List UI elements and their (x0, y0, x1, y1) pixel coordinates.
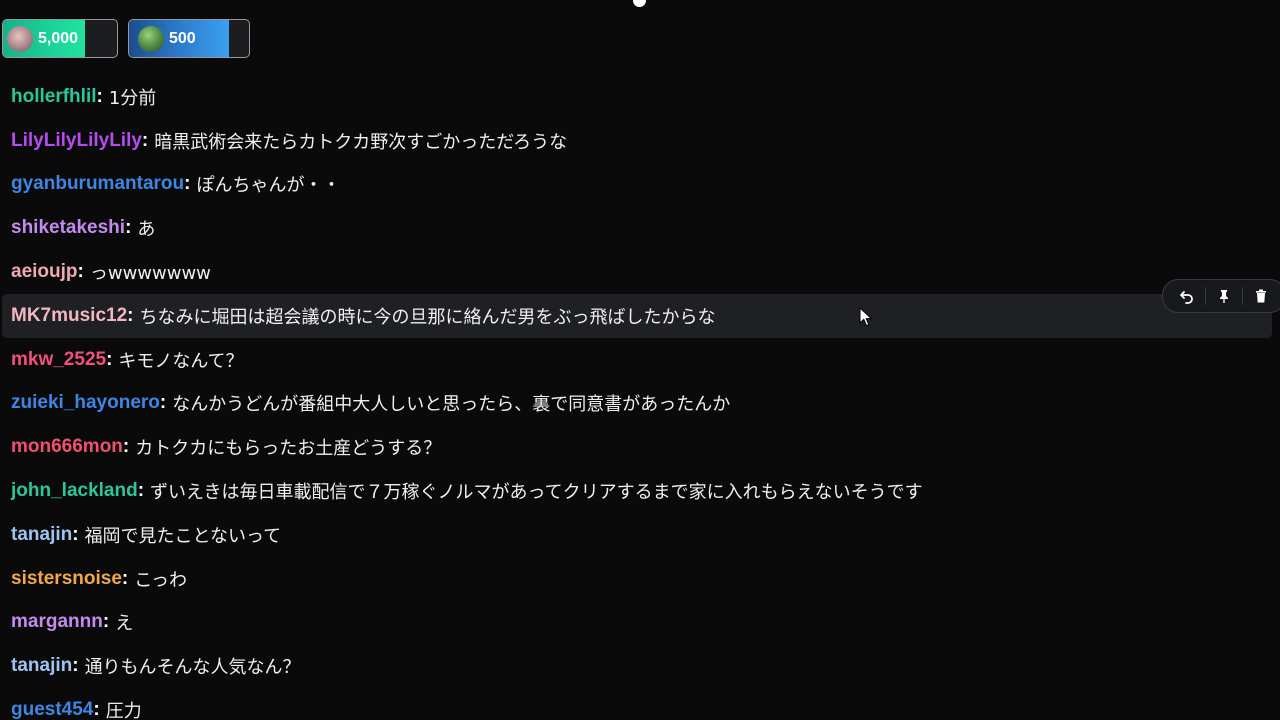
chat-message[interactable]: mkw_2525: キモノなんて？ (0, 338, 1280, 382)
chat-username[interactable]: john_lackland (11, 480, 138, 502)
chat-message-text: 1分前 (108, 87, 157, 109)
chat-username[interactable]: shiketakeshi (11, 217, 125, 239)
chat-message-text: ぽんちゃんが・・ (196, 175, 341, 197)
chat-username[interactable]: mon666mon (11, 436, 123, 458)
chat-username[interactable]: tanajin (11, 655, 72, 677)
chat-username[interactable]: guest454 (11, 699, 93, 720)
chat-message-text: え (115, 613, 134, 635)
chat-username[interactable]: gyanburumantarou (11, 173, 184, 195)
chat-message[interactable]: john_lackland: ずいえきは毎日車載配信で７万稼ぐノルマがあってクリア… (0, 469, 1280, 513)
chat-message-text: ずいえきは毎日車載配信で７万稼ぐノルマがあってクリアするまで家に入れもらえないそ… (150, 482, 923, 504)
chat-message-text: 福岡で見たことないって (84, 525, 282, 547)
gift-amount: 500 (169, 29, 196, 47)
mouse-cursor-icon (859, 307, 873, 327)
chat-username[interactable]: mkw_2525 (11, 349, 106, 371)
chat-username[interactable]: LilyLilyLilyLily (11, 130, 142, 152)
chat-message[interactable]: margannn: え (0, 601, 1280, 645)
chat-message-text: こっわ (134, 569, 187, 591)
user-avatar-icon (138, 25, 164, 52)
top-indicator-icon (633, 0, 646, 7)
undo-icon (1180, 291, 1193, 304)
chat-message-list: hollerfhlil:1分前 LilyLilyLilyLily: 暗黒武術会来た… (0, 75, 1280, 720)
undo-button[interactable] (1169, 282, 1205, 310)
chat-message[interactable]: zuieki_hayonero: なんかうどんが番組中大人しいと思ったら、裏で同意… (0, 382, 1280, 426)
chat-message[interactable]: aeioujp: っwwwwwww (0, 250, 1280, 294)
chat-username[interactable]: zuieki_hayonero (11, 392, 160, 414)
chat-username[interactable]: MK7music12 (11, 305, 127, 327)
pin-icon (1220, 289, 1228, 303)
chat-overlay: 5,000 500 hollerfhlil:1分前 LilyLilyLilyLi… (0, 0, 1280, 720)
chat-message-hovered[interactable]: MK7music12: ちなみに堀田は超会議の時に今の旦那に絡んだ男をぶっ飛ばした… (2, 278, 1280, 338)
chat-username[interactable]: tanajin (11, 524, 72, 546)
chat-message-text: キモノなんて？ (118, 350, 244, 372)
delete-button[interactable] (1243, 282, 1279, 310)
chat-message[interactable]: shiketakeshi: あ (0, 206, 1280, 250)
pin-button[interactable] (1206, 282, 1242, 310)
chat-username[interactable]: aeioujp (11, 261, 78, 283)
gift-pill[interactable]: 500 (128, 19, 250, 58)
chat-message-text: ちなみに堀田は超会議の時に今の旦那に絡んだ男をぶっ飛ばしたからな (139, 306, 716, 328)
message-actions-toolbar (1162, 278, 1280, 313)
gift-amount: 5,000 (38, 29, 79, 47)
trash-icon (1256, 289, 1266, 303)
chat-message-text: 暗黒武術会来たらカトクカ野次すごかっただろうな (154, 131, 568, 153)
chat-message-text: 通りもんそんな人気なん？ (84, 657, 301, 679)
user-avatar-icon (7, 25, 33, 52)
chat-message[interactable]: hollerfhlil:1分前 (0, 75, 1280, 119)
chat-message[interactable]: gyanburumantarou: ぽんちゃんが・・ (0, 163, 1280, 207)
chat-message[interactable]: sistersnoise: こっわ (0, 557, 1280, 601)
chat-username[interactable]: sistersnoise (11, 568, 122, 590)
chat-message[interactable]: tanajin: 通りもんそんな人気なん？ (0, 644, 1280, 688)
chat-message-text: っwwwwwww (89, 263, 211, 285)
chat-message[interactable]: mon666mon: カトクカにもらったお土産どうする？ (0, 425, 1280, 469)
chat-message[interactable]: guest454: 圧力 (0, 688, 1280, 720)
chat-message[interactable]: LilyLilyLilyLily: 暗黒武術会来たらカトクカ野次すごかっただろうな (0, 119, 1280, 163)
chat-message-text: 圧力 (105, 701, 142, 720)
chat-message-text: なんかうどんが番組中大人しいと思ったら、裏で同意書があったんか (172, 394, 731, 416)
chat-username[interactable]: hollerfhlil (11, 86, 97, 108)
chat-message[interactable]: tanajin: 福岡で見たことないって (0, 513, 1280, 557)
gift-leaderboard: 5,000 500 (2, 19, 250, 60)
gift-pill[interactable]: 5,000 (2, 19, 118, 58)
chat-message-text: カトクカにもらったお土産どうする？ (135, 438, 442, 460)
chat-message-text: あ (137, 219, 156, 241)
chat-username[interactable]: margannn (11, 611, 103, 633)
